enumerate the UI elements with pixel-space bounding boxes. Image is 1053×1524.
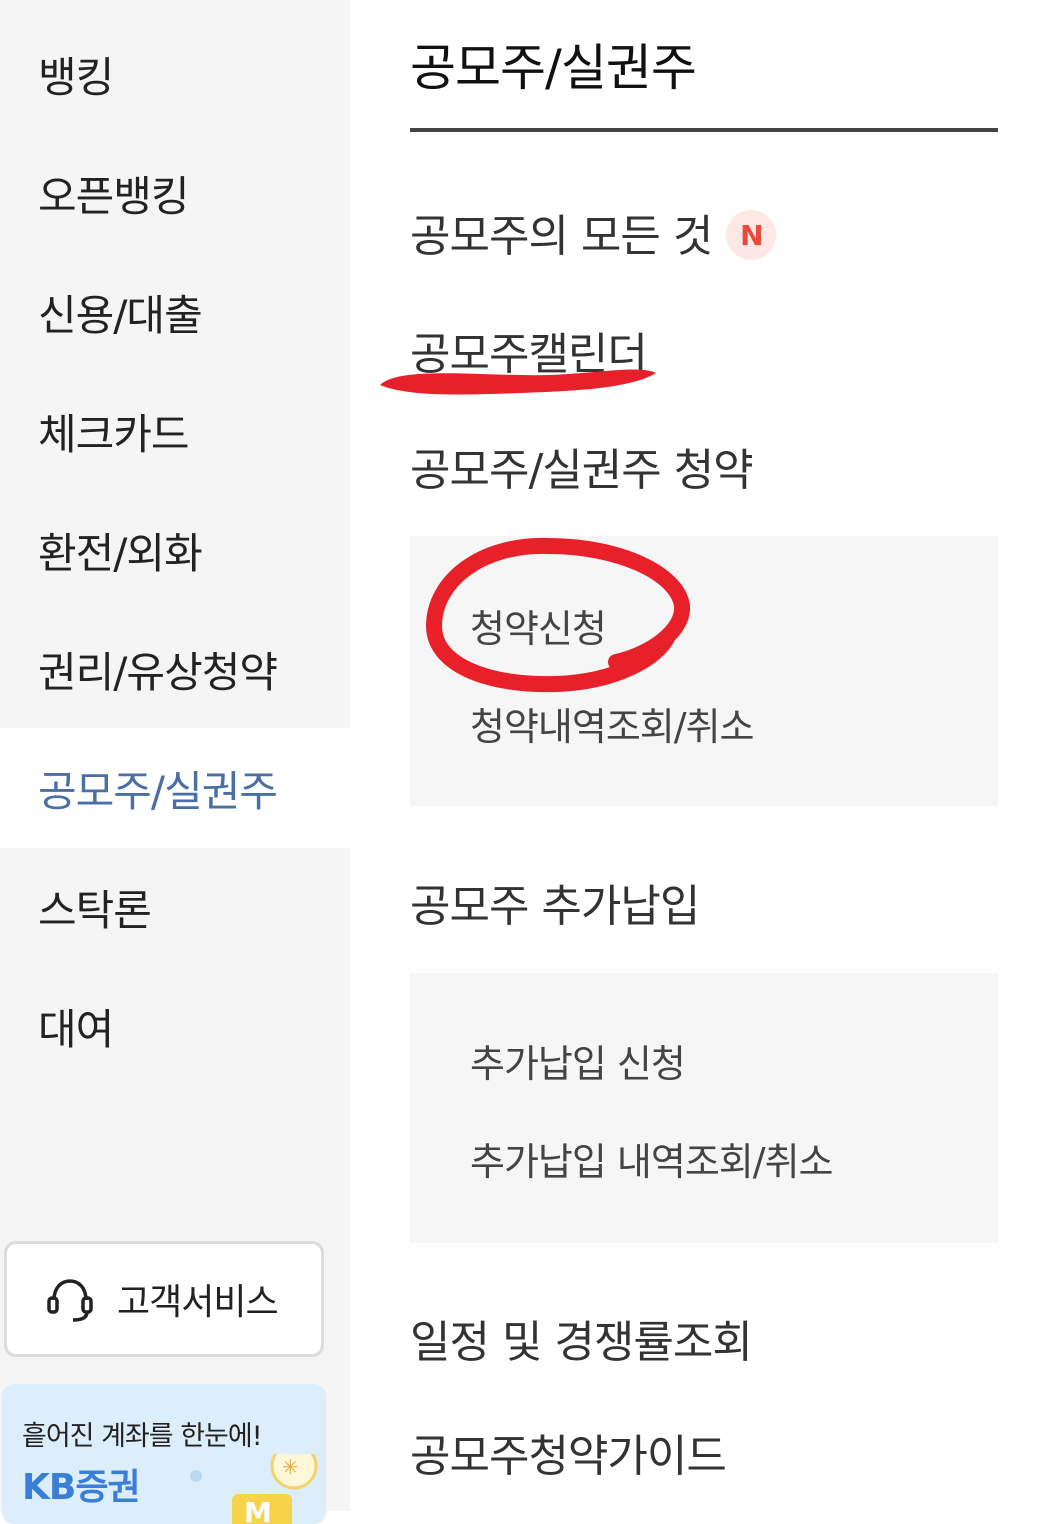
sidebar-item-banking[interactable]: 뱅킹 [0,14,350,134]
banner-text: 흩어진 계좌를 한눈에! [22,1421,263,1452]
sidebar-item-rights[interactable]: 권리/유상청약 [0,609,350,729]
promo-banner[interactable]: 흩어진 계좌를 한눈에! KB증권 ✳ M [2,1384,326,1524]
menu-item-additional-payment[interactable]: 공모주 추가납입 [410,870,700,934]
menu-item-schedule-competition[interactable]: 일정 및 경쟁률조회 [410,1306,753,1370]
sidebar-item-check-card[interactable]: 체크카드 [0,371,350,491]
sidebar-item-lending[interactable]: 대여 [0,966,350,1086]
new-badge: N [726,210,777,260]
menu-item-label: 공모주의 모든 것 [410,211,713,262]
submenu-item-additional-history-cancel[interactable]: 추가납입 내역조회/취소 [470,1131,833,1186]
sidebar-item-ipo[interactable]: 공모주/실권주 [0,728,350,848]
svg-text:✳: ✳ [282,1455,299,1479]
subscription-submenu: 청약신청 청약내역조회/취소 [410,536,998,806]
menu-item-ipo-subscription[interactable]: 공모주/실권주 청약 [410,434,754,498]
customer-service-label: 고객서비스 [117,1282,279,1323]
additional-payment-submenu: 추가납입 신청 추가납입 내역조회/취소 [410,973,998,1243]
sidebar-item-open-banking[interactable]: 오픈뱅킹 [0,133,350,253]
menu-item-all-about-ipo[interactable]: 공모주의 모든 것 N [410,200,777,264]
banner-brand: KB증권 [22,1467,141,1508]
banner-illustration: ✳ M [190,1454,318,1524]
submenu-item-apply[interactable]: 청약신청 [470,598,607,653]
sidebar-item-exchange[interactable]: 환전/외화 [0,490,350,610]
headset-icon [47,1279,93,1322]
sidebar: 뱅킹 오픈뱅킹 신용/대출 체크카드 환전/외화 권리/유상청약 공모주/실권주… [0,0,350,1524]
customer-service-button[interactable]: 고객서비스 [4,1241,324,1357]
svg-text:M: M [244,1496,272,1524]
submenu-item-additional-apply[interactable]: 추가납입 신청 [470,1033,686,1088]
page-title: 공모주/실권주 [410,39,697,97]
submenu-item-history-cancel[interactable]: 청약내역조회/취소 [470,696,754,751]
sidebar-item-stock-loan[interactable]: 스탁론 [0,847,350,967]
title-divider [410,128,998,132]
sidebar-item-credit-loan[interactable]: 신용/대출 [0,252,350,372]
menu-item-ipo-calendar[interactable]: 공모주캘린더 [410,318,648,382]
menu-item-subscription-guide[interactable]: 공모주청약가이드 [410,1420,727,1484]
